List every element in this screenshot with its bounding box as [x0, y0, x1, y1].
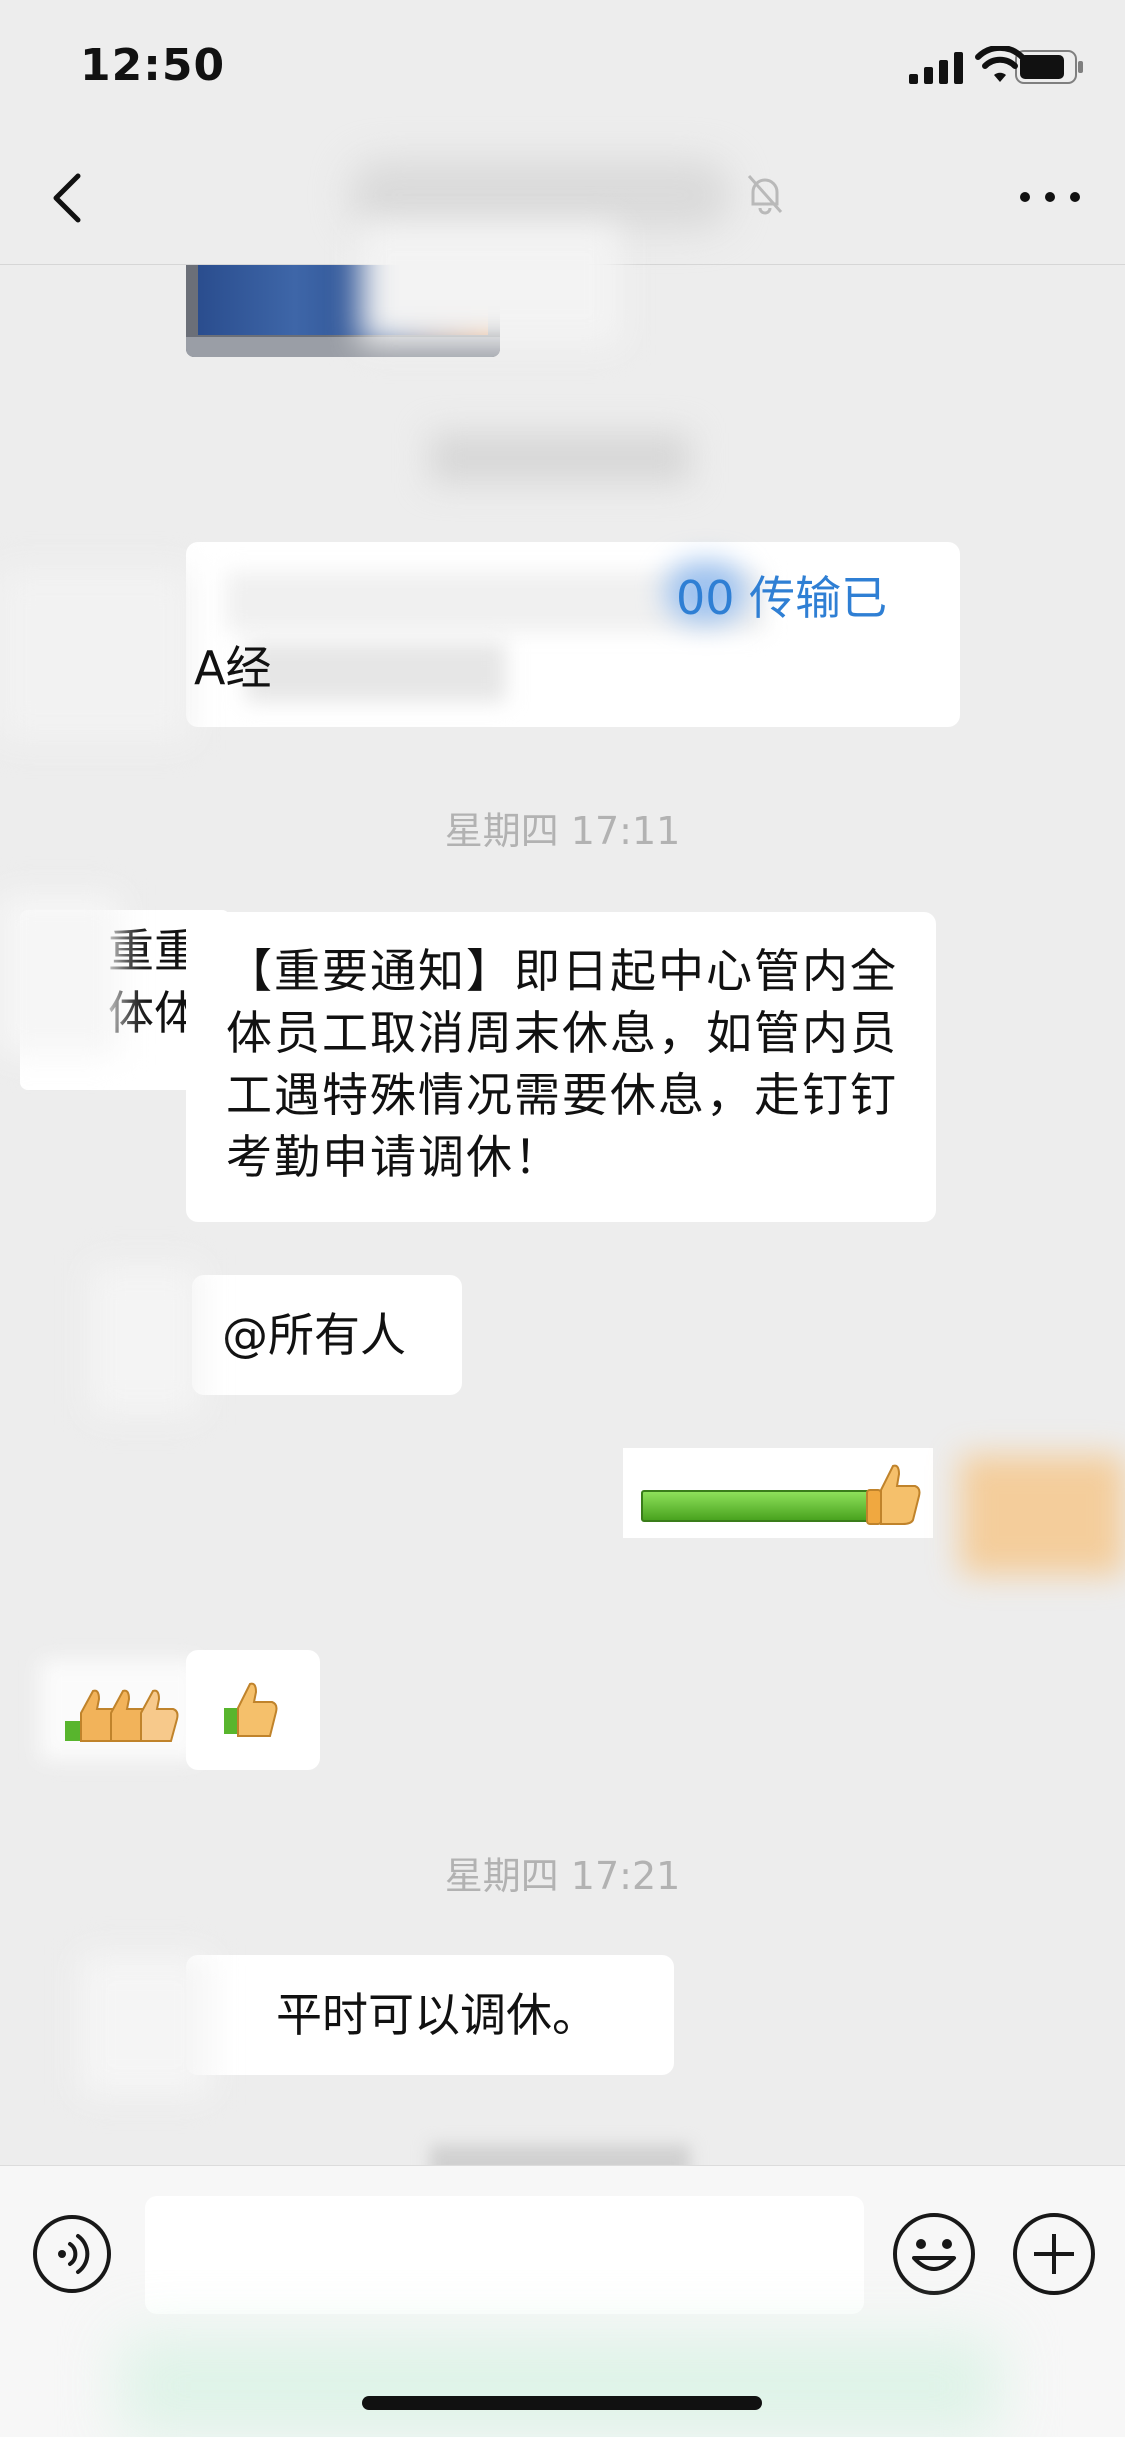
notice-text: 【重要通知】即日起中心管内全体员工取消周末休息，如管内员工遇特殊情况需要休息，走… — [226, 944, 898, 1184]
emoji-icon[interactable] — [892, 2212, 976, 2296]
bell-slash-icon — [747, 175, 783, 215]
plus-icon[interactable] — [1012, 2212, 1096, 2296]
sticker-message[interactable] — [186, 1650, 320, 1770]
avatar-redacted — [80, 1955, 210, 2095]
avatar-redacted — [960, 1455, 1125, 1575]
avatar-redacted — [0, 570, 190, 740]
message-text: 平时可以调休。 — [276, 1988, 598, 2042]
status-time: 12:50 — [80, 40, 226, 91]
avatar-redacted — [90, 1265, 200, 1415]
redaction-blur — [360, 225, 620, 345]
more-horizontal-icon[interactable] — [1015, 182, 1085, 212]
input-bar — [0, 2165, 1125, 2437]
thumbs-up-icon — [224, 1682, 278, 1737]
message-text-visible: 00 传输已 — [676, 571, 888, 625]
timestamp: 星期四 17:11 — [444, 809, 681, 853]
sticker-green-bar — [641, 1490, 890, 1522]
home-indicator[interactable] — [362, 2396, 762, 2410]
message-list[interactable]: 00 传输已 A经 星期四 17:11 重重 体体 【重要通知】即日起中心管内全… — [0, 225, 1125, 2185]
message-line2-redacted — [246, 642, 506, 702]
battery-icon — [1015, 50, 1083, 84]
avatar-redacted — [0, 895, 120, 1055]
voice-input-icon[interactable] — [32, 2214, 112, 2294]
notice-message[interactable]: 【重要通知】即日起中心管内全体员工取消周末休息，如管内员工遇特殊情况需要休息，走… — [186, 912, 936, 1222]
message-bubble[interactable]: 00 传输已 — [186, 542, 960, 727]
cellular-signal-icon — [909, 52, 963, 84]
keyboard-glow — [120, 2336, 1000, 2436]
thumbs-up-icon — [65, 1689, 179, 1742]
thumbs-up-icon — [866, 1464, 921, 1525]
timestamp-redacted — [430, 433, 690, 483]
mention-all-text: @所有人 — [222, 1308, 406, 1362]
message-bubble[interactable]: 平时可以调休。 — [186, 1955, 674, 2075]
status-bar: 12:50 — [0, 0, 1125, 132]
mention-all-message[interactable]: @所有人 — [192, 1275, 462, 1395]
message-text-prefix: A经 — [194, 641, 272, 695]
sticker-message[interactable] — [623, 1448, 933, 1538]
message-input[interactable] — [145, 2196, 864, 2314]
timestamp: 星期四 17:21 — [444, 1854, 681, 1898]
